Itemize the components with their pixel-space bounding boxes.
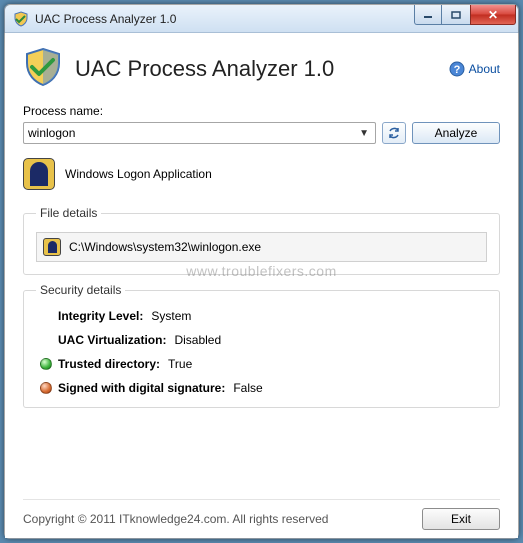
integrity-label: Integrity Level:: [58, 309, 143, 323]
trusted-row: Trusted directory: True: [40, 357, 487, 371]
winlogon-icon: [23, 158, 55, 190]
titlebar[interactable]: UAC Process Analyzer 1.0 ✕: [5, 5, 518, 33]
process-input[interactable]: [28, 126, 357, 140]
signed-value: False: [233, 381, 262, 395]
chevron-down-icon[interactable]: ▼: [357, 128, 371, 139]
file-path: C:\Windows\system32\winlogon.exe: [69, 240, 261, 254]
exit-button[interactable]: Exit: [422, 508, 500, 530]
status-dot-red-icon: [40, 382, 52, 394]
process-result: Windows Logon Application: [23, 158, 500, 190]
integrity-value: System: [151, 309, 191, 323]
status-dot-green-icon: [40, 358, 52, 370]
app-title: UAC Process Analyzer 1.0: [75, 56, 437, 82]
file-details-group: File details C:\Windows\system32\winlogo…: [23, 206, 500, 275]
about-link[interactable]: ? About: [449, 61, 500, 77]
svg-text:?: ?: [453, 64, 460, 76]
process-display-name: Windows Logon Application: [65, 167, 212, 181]
process-label: Process name:: [23, 104, 500, 118]
signed-label: Signed with digital signature:: [58, 381, 225, 395]
uacvirt-label: UAC Virtualization:: [58, 333, 166, 347]
file-icon: [43, 238, 61, 256]
shield-icon: [23, 47, 63, 90]
integrity-row: Integrity Level: System: [58, 309, 487, 323]
security-details-group: Security details Integrity Level: System…: [23, 283, 500, 408]
refresh-button[interactable]: [382, 122, 406, 144]
process-combobox[interactable]: ▼: [23, 122, 376, 144]
close-button[interactable]: ✕: [470, 5, 516, 25]
app-window: UAC Process Analyzer 1.0 ✕ UAC Process A…: [4, 4, 519, 539]
window-title: UAC Process Analyzer 1.0: [35, 12, 176, 26]
about-label: About: [469, 62, 500, 76]
security-legend: Security details: [36, 283, 125, 297]
analyze-button[interactable]: Analyze: [412, 122, 500, 144]
signed-row: Signed with digital signature: False: [40, 381, 487, 395]
help-icon: ?: [449, 61, 465, 77]
copyright-text: Copyright © 2011 ITknowledge24.com. All …: [23, 512, 328, 526]
client-area: UAC Process Analyzer 1.0 ? About Process…: [5, 33, 518, 538]
app-icon: [13, 11, 29, 27]
trusted-label: Trusted directory:: [58, 357, 160, 371]
process-field: Process name: ▼ Analyze: [23, 104, 500, 158]
refresh-icon: [387, 126, 401, 140]
trusted-value: True: [168, 357, 192, 371]
file-details-legend: File details: [36, 206, 101, 220]
window-controls: ✕: [415, 5, 516, 25]
minimize-button[interactable]: [414, 5, 442, 25]
uacvirt-row: UAC Virtualization: Disabled: [58, 333, 487, 347]
file-path-box: C:\Windows\system32\winlogon.exe: [36, 232, 487, 262]
footer: Copyright © 2011 ITknowledge24.com. All …: [23, 499, 500, 530]
uacvirt-value: Disabled: [174, 333, 221, 347]
app-header: UAC Process Analyzer 1.0 ? About: [23, 47, 500, 90]
maximize-button[interactable]: [441, 5, 471, 25]
